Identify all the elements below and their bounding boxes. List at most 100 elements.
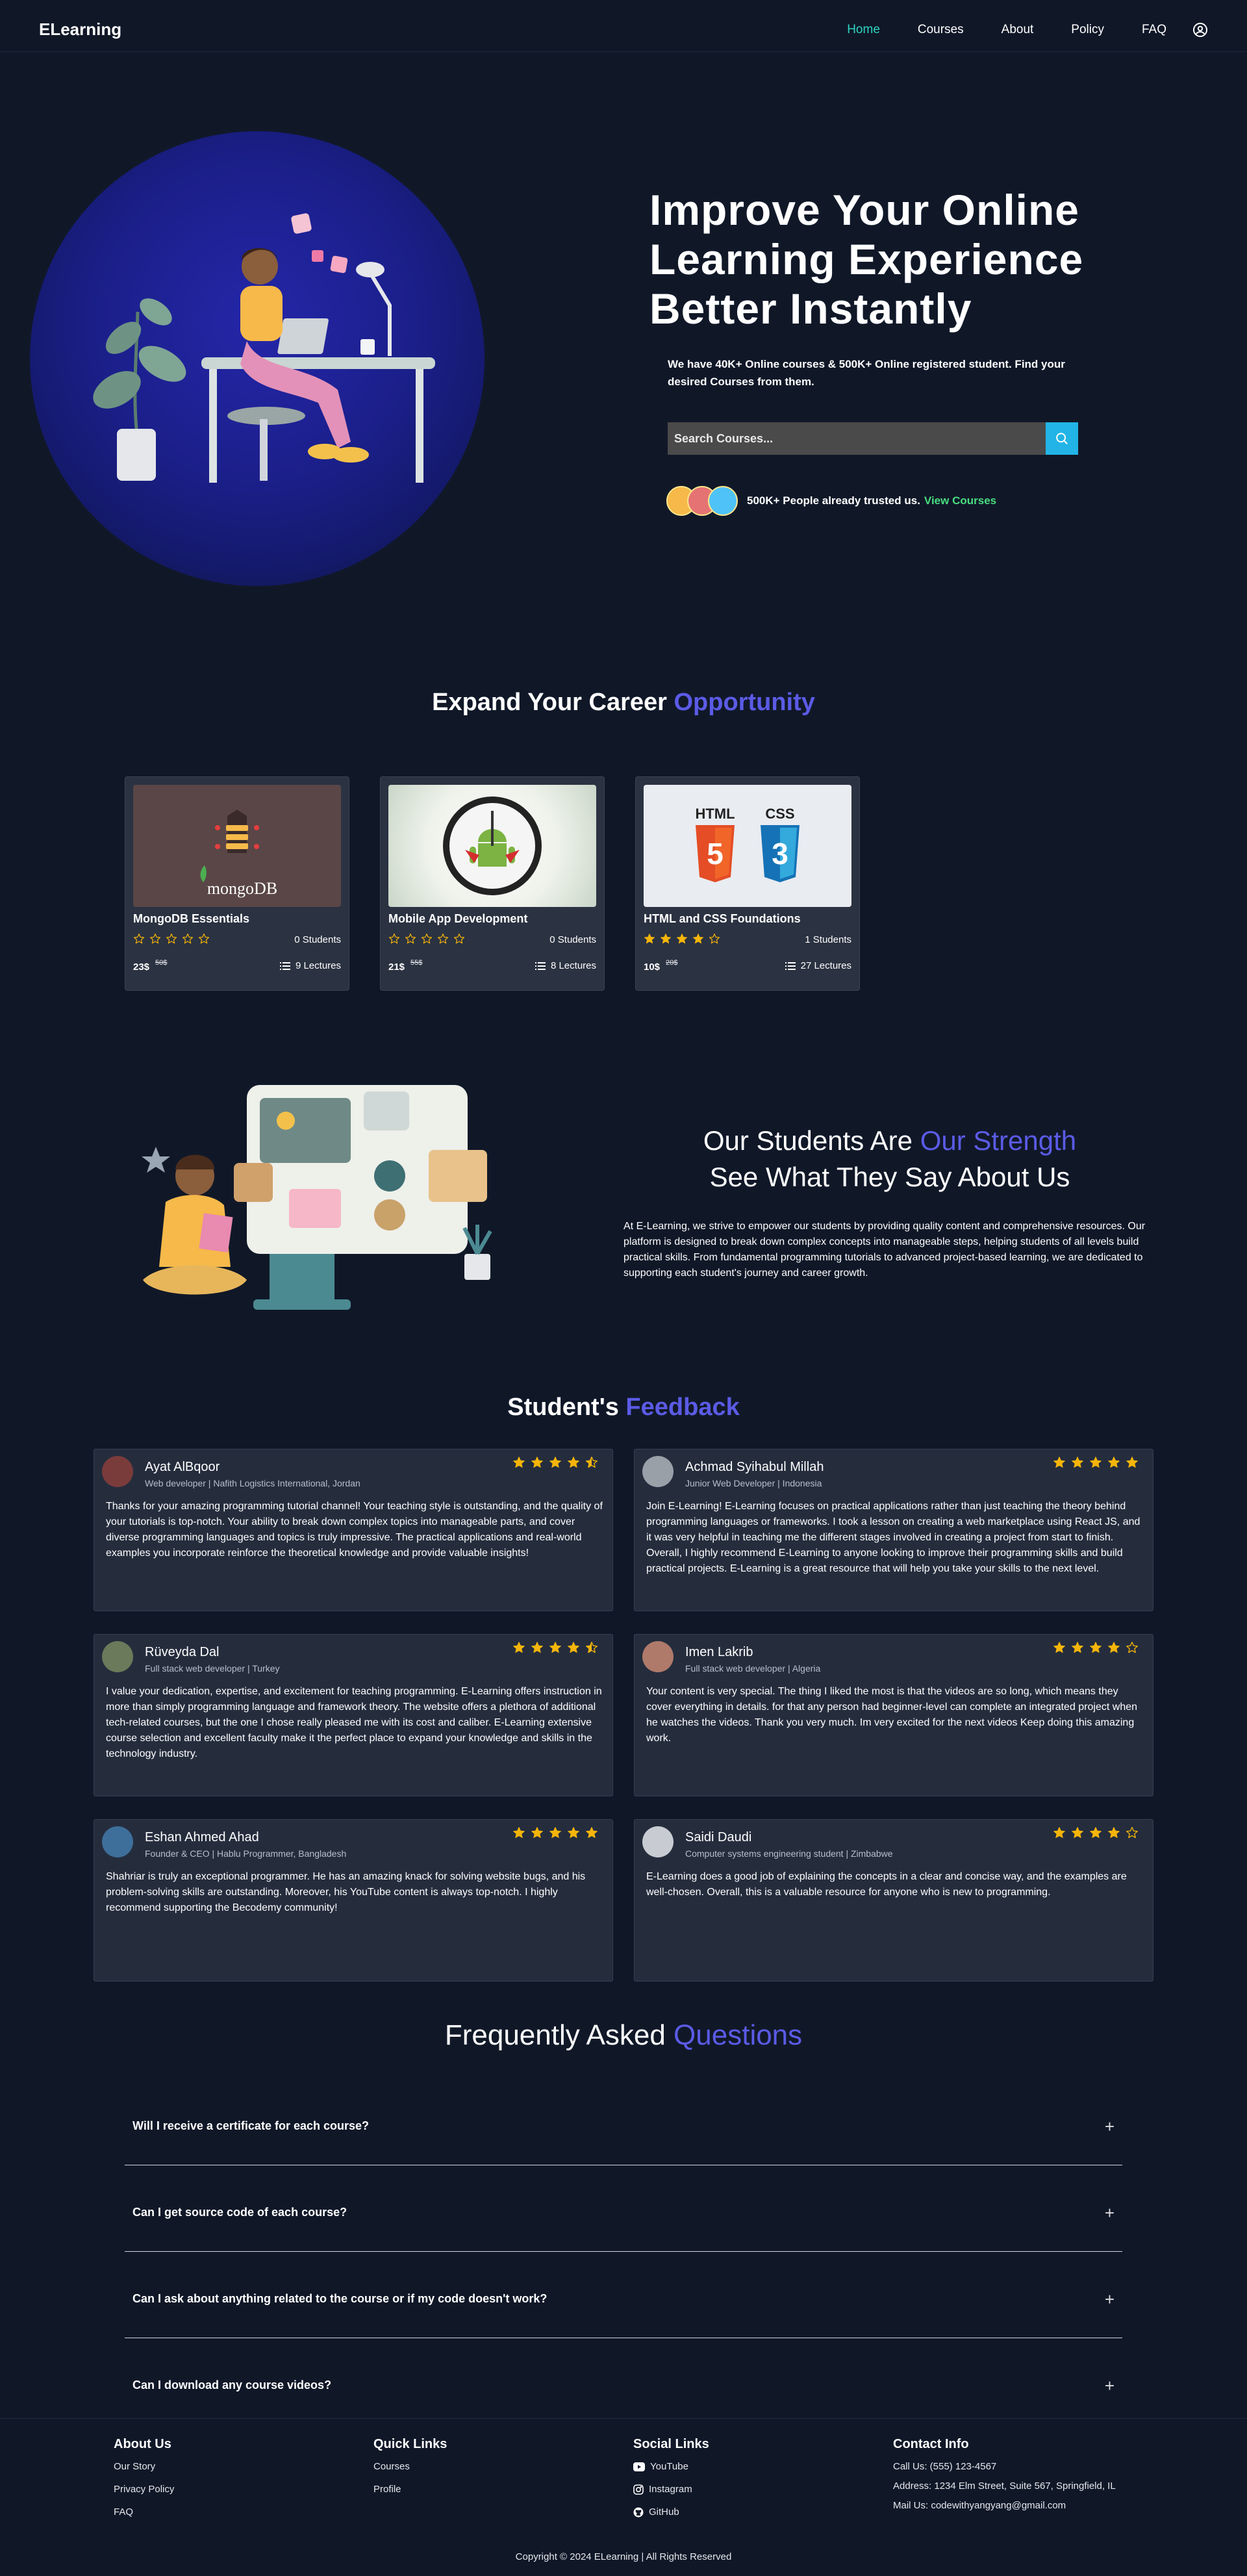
- course-thumbnail: HTML 5 CSS 3: [644, 785, 851, 907]
- reviewer-name: Achmad Syihabul Millah: [685, 1460, 824, 1474]
- contact-address: Address: 1234 Elm Street, Suite 567, Spr…: [893, 2480, 1116, 2492]
- svg-text:5: 5: [707, 837, 724, 871]
- faq-item[interactable]: Can I get source code of each course? +: [125, 2165, 1122, 2252]
- list-icon: [535, 962, 546, 970]
- footer-social: Social Links YouTube Instagram GitHub: [633, 2437, 709, 2529]
- footer-link-privacy-policy[interactable]: Privacy Policy: [114, 2484, 174, 2495]
- course-thumbnail: [388, 785, 596, 907]
- star-icon: [182, 933, 194, 944]
- course-card[interactable]: mongoDB MongoDB Essentials 0 Students 23…: [125, 776, 349, 991]
- plus-icon[interactable]: +: [1105, 2376, 1115, 2396]
- plus-icon[interactable]: +: [1105, 2117, 1115, 2137]
- review-text: Thanks for your amazing programming tuto…: [106, 1501, 603, 1559]
- star-icon: [1126, 1457, 1138, 1468]
- star-icon: [1126, 1827, 1138, 1839]
- github-label: GitHub: [649, 2506, 679, 2518]
- star-icon: [549, 1642, 561, 1653]
- list-icon: [279, 962, 290, 970]
- footer-link-youtube[interactable]: YouTube: [633, 2461, 709, 2472]
- course-rating: [644, 933, 720, 945]
- nav-link-faq[interactable]: FAQ: [1142, 23, 1166, 37]
- star-icon: [513, 1457, 525, 1468]
- review-rating: [1053, 1826, 1139, 1839]
- star-icon: [405, 933, 416, 944]
- site-logo[interactable]: ELearning: [39, 19, 121, 40]
- search-button[interactable]: [1046, 422, 1078, 455]
- contact-email[interactable]: Mail Us: codewithyangyang@gmail.com: [893, 2500, 1116, 2511]
- star-icon: [149, 933, 161, 944]
- reviewer-role: Junior Web Developer | Indonesia: [685, 1478, 822, 1488]
- strength-description: At E-Learning, we strive to empower our …: [624, 1221, 1146, 1279]
- course-lectures: 9 Lectures: [279, 960, 341, 971]
- course-search-bar: [668, 422, 1078, 455]
- footer-link-courses[interactable]: Courses: [373, 2461, 447, 2472]
- feedback-card: Rüveyda Dal Full stack web developer | Tu…: [94, 1634, 613, 1796]
- course-card[interactable]: Mobile App Development 0 Students 21$ 55…: [380, 776, 605, 991]
- feedback-card: Saidi Daudi Computer systems engineering …: [634, 1819, 1153, 1982]
- youtube-label: YouTube: [650, 2461, 688, 2472]
- reviewer-role: Full stack web developer | Turkey: [145, 1663, 280, 1674]
- footer-heading: About Us: [114, 2437, 171, 2451]
- nav-link-courses[interactable]: Courses: [918, 23, 964, 37]
- star-icon: [421, 933, 433, 944]
- star-icon: [453, 933, 465, 944]
- course-price: 10$: [644, 962, 661, 973]
- course-card[interactable]: HTML 5 CSS 3 HTML and CSS Foundations 1 …: [635, 776, 860, 991]
- nav-link-about[interactable]: About: [1001, 23, 1034, 37]
- html-logo-text: HTML: [695, 806, 735, 822]
- android-thumbnail-icon: [443, 797, 542, 895]
- reviewer-role: Founder & CEO | Hablu Programmer, Bangla…: [145, 1848, 347, 1859]
- user-account-icon[interactable]: [1192, 22, 1208, 38]
- reviewer-name: Imen Lakrib: [685, 1645, 753, 1659]
- footer-quick-links: Quick Links Courses Profile: [373, 2437, 447, 2506]
- reviewer-role: Web developer | Nafith Logistics Interna…: [145, 1478, 360, 1488]
- lectures-count: 9 Lectures: [295, 960, 341, 971]
- faq-item[interactable]: Will I receive a certificate for each co…: [125, 2079, 1122, 2165]
- top-navbar: ELearning Home Courses About Policy FAQ: [0, 0, 1247, 52]
- footer-link-our-story[interactable]: Our Story: [114, 2461, 174, 2472]
- star-icon: [513, 1642, 525, 1653]
- title-accent: Opportunity: [674, 689, 815, 716]
- search-input[interactable]: [668, 422, 1046, 455]
- footer-link-instagram[interactable]: Instagram: [633, 2484, 709, 2495]
- plus-icon[interactable]: +: [1105, 2289, 1115, 2310]
- strength-line-1: Our Students Are Our Strength: [611, 1123, 1169, 1159]
- footer-heading: Social Links: [633, 2437, 709, 2451]
- reviewer-role: Computer systems engineering student | Z…: [685, 1848, 893, 1859]
- course-old-price: 50$: [155, 959, 168, 967]
- nav-link-home[interactable]: Home: [847, 23, 880, 37]
- footer-link-faq[interactable]: FAQ: [114, 2506, 174, 2518]
- star-icon: [1053, 1457, 1065, 1468]
- course-students: 0 Students: [549, 934, 596, 945]
- title-plain: Student's: [507, 1394, 626, 1421]
- footer-about: About Us Our Story Privacy Policy FAQ: [114, 2437, 174, 2529]
- hero-subtitle: We have 40K+ Online courses & 500K+ Onli…: [668, 358, 1065, 388]
- faq-item[interactable]: Can I download any course videos? +: [125, 2338, 1122, 2425]
- review-rating: [512, 1641, 598, 1654]
- review-text: E-Learning does a good job of explaining…: [646, 1871, 1127, 1898]
- trust-text: 500K+ People already trusted us.: [747, 494, 920, 507]
- list-icon: [785, 962, 796, 970]
- course-name: MongoDB Essentials: [133, 912, 250, 925]
- trust-row: 500K+ People already trusted us. View Co…: [666, 486, 996, 516]
- avatar: [642, 1641, 674, 1672]
- plus-icon[interactable]: +: [1105, 2203, 1115, 2223]
- star-icon: [133, 933, 145, 944]
- star-icon: [1108, 1827, 1120, 1838]
- faq-question: Will I receive a certificate for each co…: [132, 2119, 369, 2132]
- star-icon: [198, 933, 210, 944]
- footer-link-github[interactable]: GitHub: [633, 2506, 709, 2518]
- css-logo-text: CSS: [765, 806, 794, 822]
- star-icon: [1072, 1457, 1083, 1468]
- svg-text:3: 3: [772, 837, 788, 871]
- star-icon: [549, 1457, 561, 1468]
- star-icon: [586, 1827, 598, 1838]
- footer-heading: Quick Links: [373, 2437, 447, 2451]
- faq-item[interactable]: Can I ask about anything related to the …: [125, 2252, 1122, 2338]
- star-icon: [677, 934, 687, 944]
- course-students: 0 Students: [294, 934, 341, 945]
- reviewer-role: Full stack web developer | Algeria: [685, 1663, 821, 1674]
- footer-link-profile[interactable]: Profile: [373, 2484, 447, 2495]
- nav-link-policy[interactable]: Policy: [1071, 23, 1104, 37]
- view-courses-link[interactable]: View Courses: [924, 494, 996, 507]
